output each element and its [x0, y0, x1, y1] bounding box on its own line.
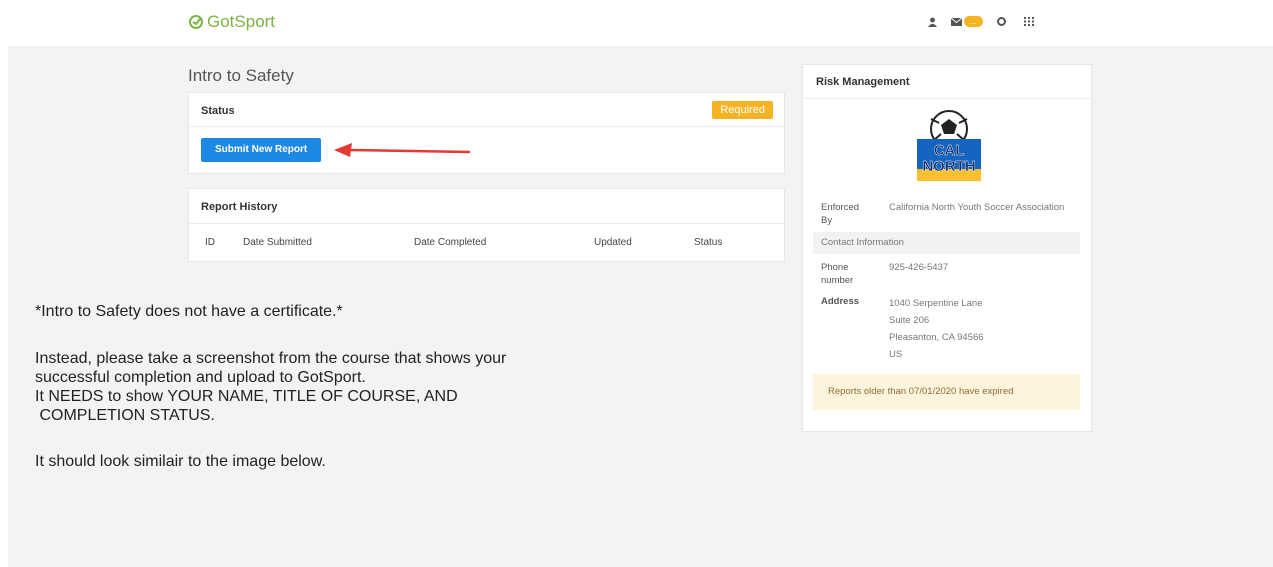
note-instruction-line3: It NEEDS to show YOUR NAME, TITLE OF COU…: [35, 388, 458, 405]
address-label: Address: [821, 296, 860, 307]
phone-label: Phone number: [821, 262, 854, 286]
column-updated[interactable]: Updated: [594, 237, 632, 248]
column-date-completed[interactable]: Date Completed: [414, 237, 486, 248]
report-history-header: Report History: [189, 189, 784, 224]
contact-information-label: Contact Information: [821, 237, 904, 248]
required-badge: Required: [712, 101, 773, 119]
note-instruction-line2: successful completion and upload to GotS…: [35, 369, 366, 386]
note-look-similar: It should look similair to the image bel…: [35, 453, 326, 470]
note-no-certificate: *Intro to Safety does not have a certifi…: [35, 303, 343, 320]
cal-north-logo: CAL NORTH: [917, 110, 981, 181]
mail-badge: ...: [964, 16, 983, 27]
page-title: Intro to Safety: [188, 66, 294, 85]
expired-notice-text: Reports older than 07/01/2020 have expir…: [828, 386, 1014, 397]
expired-notice: Reports older than 07/01/2020 have expir…: [813, 374, 1080, 410]
logo-text: GotSport: [207, 12, 276, 31]
address-line2: Suite 206: [889, 315, 930, 326]
column-date-submitted[interactable]: Date Submitted: [243, 237, 312, 248]
top-navbar: GotSport ...: [0, 0, 1273, 46]
column-id[interactable]: ID: [205, 237, 215, 248]
gotsport-logo-icon: [189, 15, 203, 29]
annotation-arrow-icon: [334, 143, 471, 157]
address-line1: 1040 Serpentine Lane: [889, 298, 983, 309]
enforced-by-label: Enforced By: [821, 202, 860, 226]
submit-new-report-button[interactable]: Submit New Report: [201, 138, 322, 162]
gotsport-logo[interactable]: GotSport: [188, 12, 275, 32]
address-line3: Pleasanton, CA 94566: [889, 332, 984, 343]
risk-management-card: Risk Management CAL NORTH Enforced By Ca…: [802, 64, 1092, 432]
phone-value[interactable]: 925-426-5437: [889, 261, 948, 274]
risk-management-heading: Risk Management: [816, 76, 910, 88]
user-icon[interactable]: [925, 17, 939, 27]
apps-grid-icon[interactable]: [1023, 17, 1034, 26]
enforced-by-value: California North Youth Soccer Associatio…: [889, 202, 1065, 213]
mail-icon[interactable]: ...: [951, 16, 983, 27]
risk-divider: [803, 98, 1091, 99]
gear-icon[interactable]: [996, 17, 1006, 26]
top-icons: ...: [925, 16, 1034, 27]
status-heading: Status: [201, 105, 235, 117]
crest-line1: CAL: [934, 142, 965, 159]
status-card-header: Status Required: [189, 93, 784, 127]
contact-information-row: Contact Information: [813, 232, 1080, 254]
crest-line2: NORTH: [922, 158, 975, 175]
address-line4: US: [889, 349, 903, 360]
note-instruction-line1: Instead, please take a screenshot from t…: [35, 350, 507, 367]
report-history-card: Report History ID Date Submitted Date Co…: [188, 188, 785, 262]
column-status[interactable]: Status: [694, 237, 722, 248]
note-instruction-line4: COMPLETION STATUS.: [35, 407, 215, 424]
status-card: Status Required Submit New Report: [188, 92, 785, 174]
report-history-heading: Report History: [201, 201, 278, 213]
